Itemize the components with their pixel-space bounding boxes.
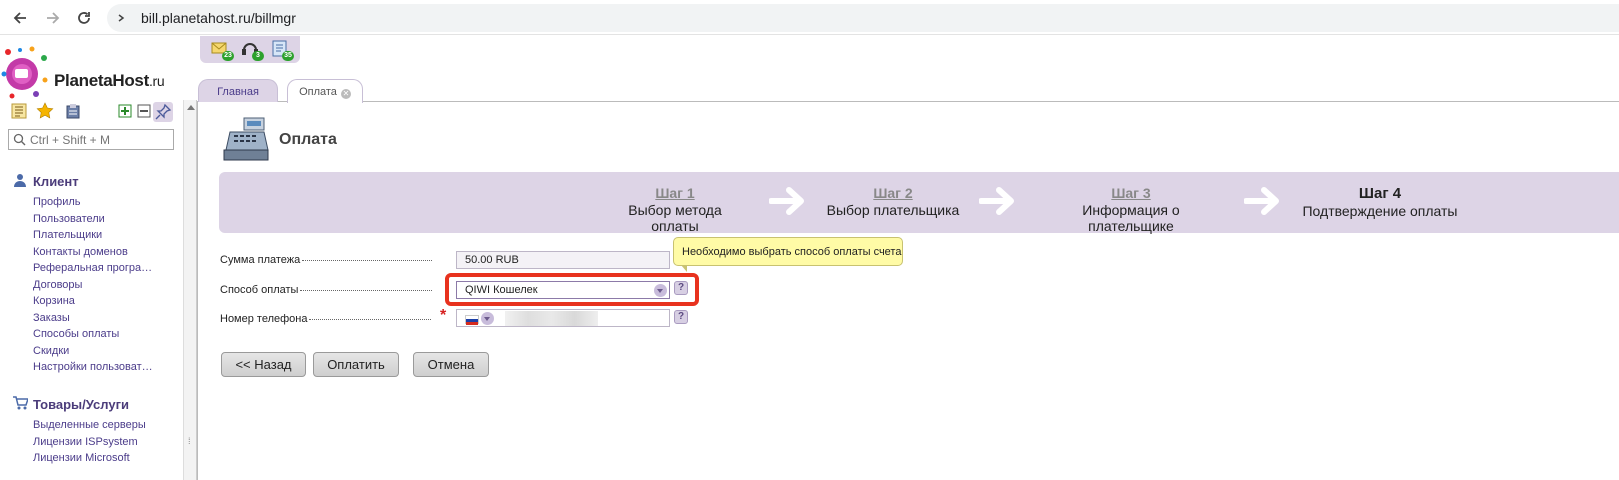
required-asterisk: * [440, 307, 447, 324]
sidebar-section-title: Клиент [33, 174, 79, 189]
step-4: Шаг 4 Подтверждение оплаты [1302, 185, 1458, 219]
sidebar-item[interactable]: Настройки пользоват… [33, 361, 153, 373]
highlight-frame [445, 273, 699, 306]
forward-arrow-icon[interactable] [42, 7, 64, 29]
amount-field: 50.00 RUB [456, 251, 670, 269]
sidebar-search[interactable] [8, 129, 174, 150]
pay-button[interactable]: Оплатить [313, 352, 399, 377]
sidebar-item[interactable]: Скидки [33, 345, 69, 357]
user-icon [12, 172, 28, 191]
url-text: bill.planetahost.ru/billmgr [141, 10, 296, 26]
tab-underline [198, 101, 1619, 102]
notification-bar: 23 3 35 [200, 36, 300, 63]
sidebar-item[interactable]: Контакты доменов [33, 246, 128, 258]
site-info-icon[interactable] [117, 12, 129, 27]
cart-icon [12, 395, 30, 414]
cancel-button[interactable]: Отмена [413, 352, 489, 377]
redacted-phone [505, 311, 598, 326]
tab-main[interactable]: Главная [198, 79, 278, 102]
phone-input[interactable] [456, 309, 670, 327]
step-1[interactable]: Шаг 1 Выбор метода оплаты [604, 185, 746, 234]
notes-icon[interactable]: 35 [270, 39, 294, 61]
validation-tooltip: Необходимо выбрать способ оплаты счета [673, 237, 903, 272]
cash-register-icon [222, 116, 270, 162]
collapse-all-icon[interactable] [135, 102, 153, 120]
step-2[interactable]: Шаг 2 Выбор плательщика [823, 185, 963, 218]
sidebar-item[interactable]: Плательщики [33, 229, 102, 241]
planet-logo-icon [1, 46, 48, 99]
sidebar-section-0[interactable]: Клиент [12, 172, 79, 191]
messages-icon[interactable]: 23 [210, 39, 234, 61]
back-button[interactable]: << Назад [221, 352, 306, 377]
help-icon[interactable]: ? [674, 310, 688, 324]
grip-icon[interactable]: ⁞ [188, 436, 191, 446]
page-title: Оплата [279, 131, 337, 148]
planetahost-logo[interactable]: PlanetaHost.ru [0, 44, 190, 100]
sidebar-splitter[interactable]: ⁞ [183, 100, 197, 480]
star-icon[interactable] [36, 102, 54, 120]
sidebar-item[interactable]: Профиль [33, 196, 81, 208]
logo-text: PlanetaHost.ru [54, 71, 165, 90]
clipboard-icon[interactable] [64, 102, 82, 120]
tab-payment[interactable]: Оплата ✕ [287, 79, 363, 103]
amount-label: Сумма платежа [220, 254, 432, 266]
sidebar-item[interactable]: Заказы [33, 312, 70, 324]
support-icon[interactable]: 3 [240, 39, 264, 61]
sidebar-toolbar [8, 102, 178, 122]
search-input[interactable] [30, 132, 170, 147]
sidebar-item[interactable]: Лицензии ISPsystem [33, 436, 138, 448]
sidebar-section-1[interactable]: Товары/Услуги [12, 395, 129, 414]
address-bar[interactable]: bill.planetahost.ru/billmgr [107, 4, 1619, 32]
expand-all-icon[interactable] [116, 102, 134, 120]
chevron-down-icon[interactable] [481, 312, 494, 325]
wizard-steps: Шаг 1 Выбор метода оплаты Шаг 2 Выбор пл… [219, 172, 1619, 234]
pin-icon[interactable] [153, 102, 173, 122]
browser-toolbar: bill.planetahost.ru/billmgr [0, 0, 1619, 35]
tree-view-icon[interactable] [10, 102, 28, 120]
sidebar-item[interactable]: Договоры [33, 279, 82, 291]
collapse-arrow-icon[interactable] [187, 105, 195, 110]
payment-method-label: Способ оплаты [220, 284, 432, 296]
sidebar-item[interactable]: Способы оплаты [33, 328, 119, 340]
step-arrow-icon [769, 187, 804, 215]
sidebar-item[interactable]: Реферальная програ… [33, 262, 152, 274]
reload-icon[interactable] [73, 7, 95, 29]
content-border [197, 101, 198, 480]
back-arrow-icon[interactable] [9, 7, 31, 29]
sidebar-item[interactable]: Выделенные серверы [33, 419, 146, 431]
russia-flag-icon[interactable] [465, 315, 479, 325]
sidebar-item[interactable]: Корзина [33, 295, 75, 307]
sidebar-item[interactable]: Пользователи [33, 213, 105, 225]
step-3[interactable]: Шаг 3 Информация о плательщике [1038, 185, 1224, 234]
step-arrow-icon [979, 187, 1014, 215]
tab-close-icon[interactable]: ✕ [340, 89, 351, 99]
sidebar-section-title: Товары/Услуги [33, 397, 129, 412]
sidebar-item[interactable]: Лицензии Microsoft [33, 452, 130, 464]
phone-label: Номер телефона [220, 313, 432, 325]
step-arrow-icon [1244, 187, 1279, 215]
search-icon [13, 133, 26, 149]
sidebar: PlanetaHost.ru Клиент Профиль Пользователи… [0, 36, 183, 480]
